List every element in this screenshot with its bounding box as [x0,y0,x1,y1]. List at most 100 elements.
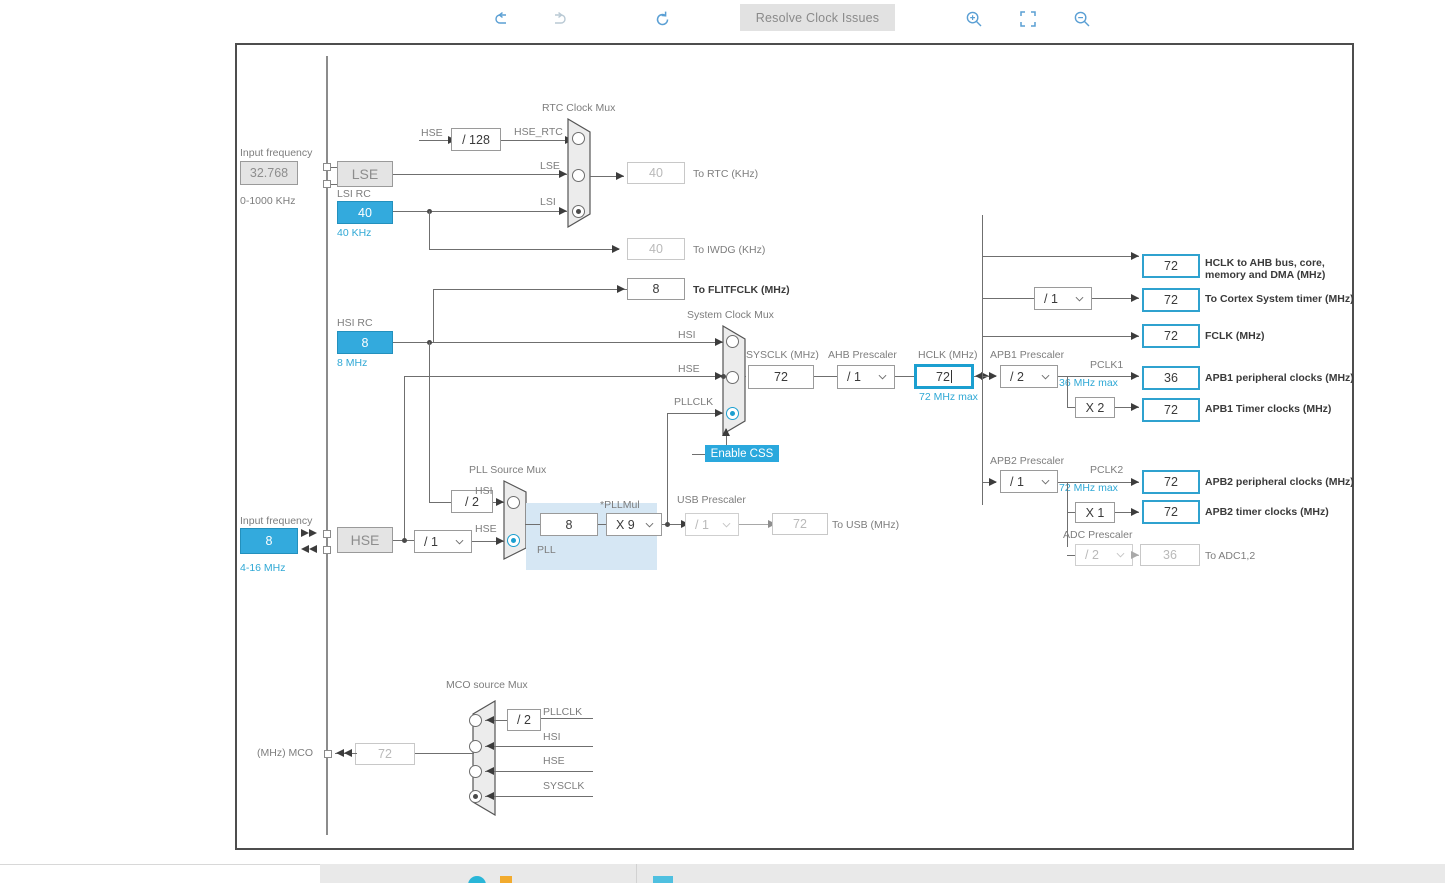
sysclk-mux-option-hse[interactable] [726,371,739,384]
hse-block[interactable]: HSE [337,527,393,553]
taskbar-strip [320,864,1445,883]
mco-output-label: (MHz) MCO [257,747,313,759]
taskbar-app-icon-2[interactable] [500,876,512,883]
adc-output-label: To ADC1,2 [1205,550,1256,562]
hclk-ahb-bus-field[interactable]: 72 [1142,254,1200,278]
rtc-mux-option-lse[interactable] [572,169,585,182]
toolbar: Resolve Clock Issues [0,0,1445,37]
pllmul-select[interactable]: X 9 [606,513,662,536]
apb2-timer-field[interactable]: 72 [1142,500,1200,524]
apb2-timer-label: APB2 timer clocks (MHz) [1205,506,1329,518]
lse-input-frequency-label: Input frequency [240,147,313,159]
sysclk-mux-hsi-label: HSI [678,329,696,341]
lsi-rc-field[interactable]: 40 [337,201,393,224]
hclk-max-label: 72 MHz max [919,391,978,403]
apb1-prescaler-select[interactable]: / 2 [1000,365,1058,388]
apb1-timer-field[interactable]: 72 [1142,398,1200,422]
hse-prescaler-select[interactable]: / 1 [414,530,472,553]
chip-boundary-line [326,56,328,835]
hse-input-frequency-field[interactable]: 8 [240,528,298,554]
pllmul-label: *PLLMul [600,499,640,511]
mco-pllclk-div2: / 2 [507,709,541,731]
hclk-value: 72 [936,369,950,384]
cortex-systick-prescaler-select[interactable]: / 1 [1034,287,1092,310]
zoom-in-icon[interactable] [960,5,988,33]
adc-prescaler-title: ADC Prescaler [1063,529,1133,541]
mco-option-sysclk[interactable] [469,790,482,803]
lsi-rc-unit: 40 KHz [337,227,372,239]
clock-configuration-canvas[interactable]: Input frequency 32.768 0-1000 KHz LSE LS… [235,43,1354,850]
pll-source-hse-label: HSE [475,523,497,535]
mco-output-field[interactable]: 72 [355,743,415,765]
sysclk-field[interactable]: 72 [748,365,814,389]
rtc-hse-div128: / 128 [451,128,501,151]
taskbar-app-icon-3[interactable] [653,876,673,883]
chevron-down-icon [455,539,464,545]
fclk-field[interactable]: 72 [1142,324,1200,348]
rtc-mux-option-lsi[interactable] [572,205,585,218]
mco-option-hse[interactable] [469,765,482,778]
sysclk-mux-pllclk-label: PLLCLK [674,396,714,408]
hsi-rc-title: HSI RC [337,317,373,329]
ahb-prescaler-select[interactable]: / 1 [837,365,895,389]
lse-block[interactable]: LSE [337,161,393,187]
mco-hsi-label: HSI [543,731,561,743]
hse-input-frequency-label: Input frequency [240,515,313,527]
mco-hse-label: HSE [543,755,565,767]
fit-screen-icon[interactable] [1014,5,1042,33]
mco-option-hsi[interactable] [469,740,482,753]
rtc-clock-mux-title: RTC Clock Mux [542,102,616,114]
to-flitfclk-field[interactable]: 8 [627,278,685,300]
apb1-timer-label: APB1 Timer clocks (MHz) [1205,403,1332,415]
mco-pin [324,750,332,758]
to-usb-field[interactable]: 72 [772,513,828,535]
apb1-peripheral-field[interactable]: 36 [1142,366,1200,390]
pll-source-option-hsi[interactable] [507,496,520,509]
sysclk-mux-option-hsi[interactable] [726,335,739,348]
pclk1-label: PCLK1 [1090,359,1124,371]
pll-region-label: PLL [537,544,556,556]
pll-input-field: 8 [540,513,598,536]
usb-prescaler-select[interactable]: / 1 [685,513,739,536]
mco-option-pllclk[interactable] [469,714,482,727]
sysclk-mux-option-pllclk[interactable] [726,407,739,420]
to-iwdg-field[interactable]: 40 [627,238,685,260]
system-clock-mux-title: System Clock Mux [687,309,774,321]
pllmul-value: X 9 [616,517,635,532]
apb1-prescaler-value: / 2 [1010,369,1024,384]
pll-source-mux[interactable] [503,480,527,560]
rtc-mux-option-hse-rtc[interactable] [572,132,585,145]
resolve-clock-issues-button[interactable]: Resolve Clock Issues [740,4,895,31]
zoom-out-icon[interactable] [1068,5,1096,33]
sysclk-label: SYSCLK (MHz) [746,349,819,361]
taskbar-separator [636,864,637,883]
to-flitfclk-label: To FLITFCLK (MHz) [693,284,790,296]
refresh-icon[interactable] [648,5,676,33]
chevron-down-icon [1041,479,1050,485]
cortex-system-timer-label: To Cortex System timer (MHz) [1205,293,1354,305]
hsi-rc-field[interactable]: 8 [337,331,393,354]
pll-source-option-hse[interactable] [507,534,520,547]
mco-source-mux-title: MCO source Mux [446,679,528,691]
chevron-down-icon [722,522,731,528]
ahb-prescaler-value: / 1 [847,370,861,384]
apb2-prescaler-select[interactable]: / 1 [1000,470,1058,493]
redo-icon[interactable] [544,5,572,33]
pll-source-mux-title: PLL Source Mux [469,464,547,476]
chevron-down-icon [1041,374,1050,380]
apb2-peripheral-field[interactable]: 72 [1142,470,1200,494]
hclk-ahb-bus-label: HCLK to AHB bus, core, memory and DMA (M… [1205,257,1326,281]
enable-css-toggle[interactable]: Enable CSS [705,445,779,462]
apb2-timer-multiplier: X 1 [1075,502,1115,523]
hclk-field[interactable]: 72 [914,364,974,389]
to-rtc-field[interactable]: 40 [627,162,685,184]
adc-output-field[interactable]: 36 [1140,544,1200,566]
apb1-timer-multiplier: X 2 [1075,397,1115,418]
lse-input-frequency-field[interactable]: 32.768 [240,161,298,185]
adc-prescaler-select[interactable]: / 2 [1075,544,1133,566]
undo-icon[interactable] [489,5,517,33]
to-rtc-label: To RTC (KHz) [693,168,759,180]
cortex-system-timer-field[interactable]: 72 [1142,288,1200,312]
apb2-peripheral-label: APB2 peripheral clocks (MHz) [1205,476,1354,488]
rtc-mux-lsi-label: LSI [540,196,556,208]
